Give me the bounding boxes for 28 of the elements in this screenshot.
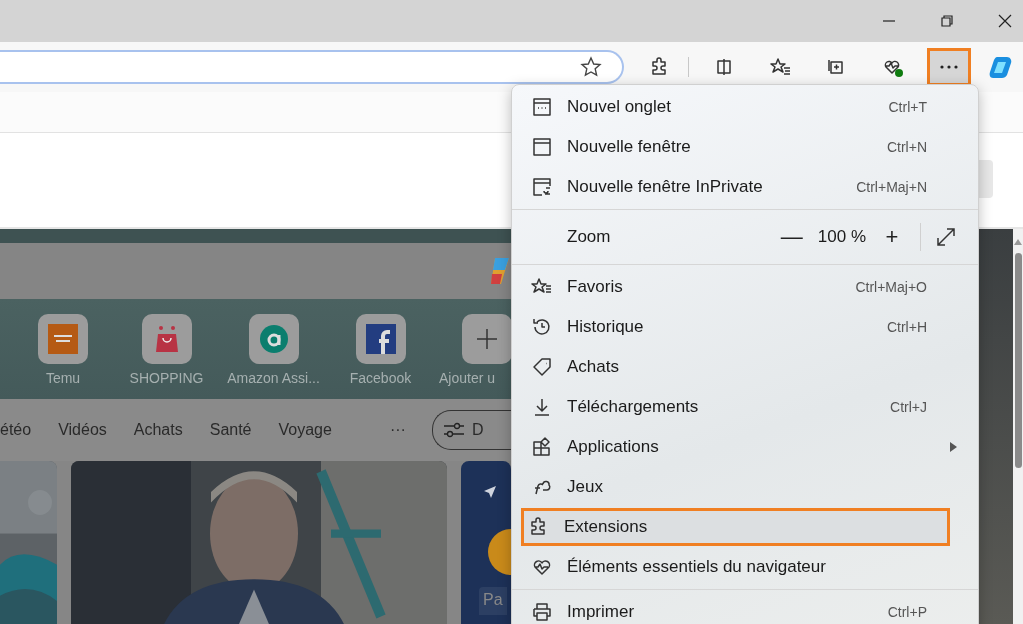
menu-item[interactable]: Nouvelle fenêtre InPrivate Ctrl+Maj+N xyxy=(512,167,974,207)
menu-item[interactable]: Imprimer Ctrl+P xyxy=(512,592,974,624)
menu-item[interactable]: Historique Ctrl+H xyxy=(512,307,974,347)
shortcut-label: Facebook xyxy=(349,370,412,386)
category-tab[interactable]: étéo xyxy=(0,421,32,439)
category-tab[interactable]: Achats xyxy=(133,421,183,439)
menu-label: Zoom xyxy=(567,227,611,247)
shortcut-label: SHOPPING xyxy=(129,370,204,386)
category-tab[interactable]: Vidéos xyxy=(58,421,107,439)
shortcut-label: Temu xyxy=(45,370,81,386)
category-tab[interactable]: Voyage xyxy=(278,421,332,439)
shortcut-label: Ajouter u xyxy=(439,370,496,386)
zoom-in-button[interactable]: + xyxy=(874,224,910,250)
shortcut-label: Amazon Assi... xyxy=(227,370,320,386)
menu-item[interactable]: Téléchargements Ctrl+J xyxy=(512,387,974,427)
weather-text: Pa xyxy=(479,587,507,615)
zoom-out-button[interactable]: — xyxy=(773,224,810,250)
menu-item[interactable]: Achats xyxy=(512,347,974,387)
menu-item[interactable]: Éléments essentiels du navigateur xyxy=(512,547,974,587)
menu-item[interactable]: Jeux xyxy=(512,467,974,507)
menu-item[interactable]: Extensions xyxy=(521,508,950,546)
menu-item[interactable]: Nouvelle fenêtre Ctrl+N xyxy=(512,127,974,167)
category-tab[interactable]: ··· xyxy=(389,421,406,439)
menu-item[interactable]: Applications xyxy=(512,427,974,467)
zoom-level: 100 % xyxy=(817,227,866,247)
menu-item[interactable]: Nouvel onglet Ctrl+T xyxy=(512,87,974,127)
menu-item[interactable]: Favoris Ctrl+Maj+O xyxy=(512,267,974,307)
category-tab[interactable]: Santé xyxy=(209,421,252,439)
